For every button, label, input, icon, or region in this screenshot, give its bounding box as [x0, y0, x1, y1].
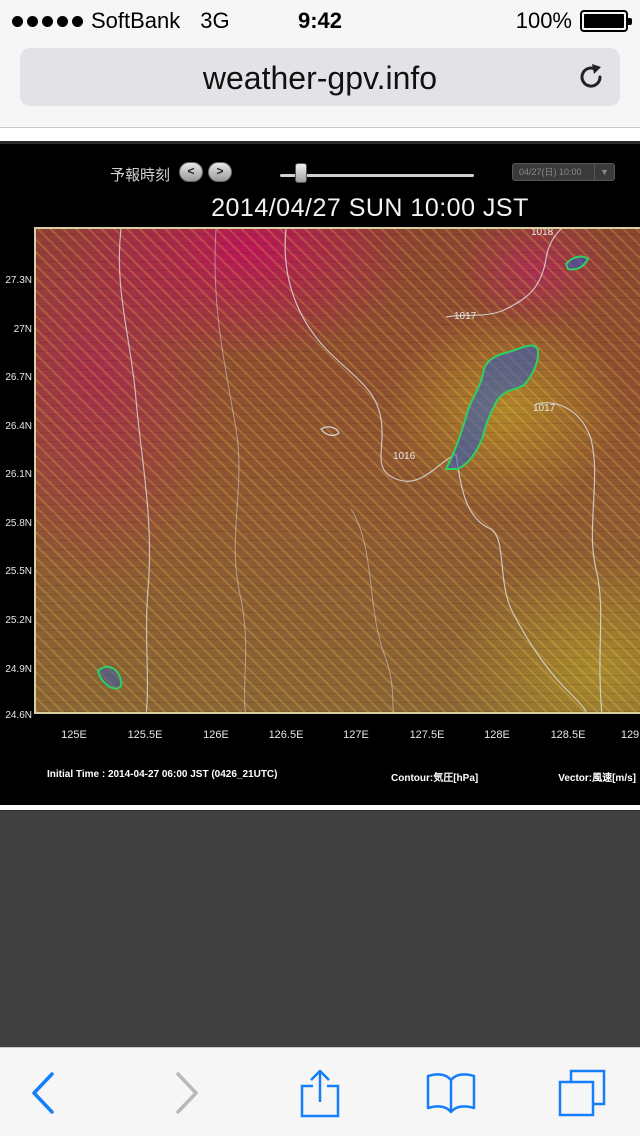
lon-label: 126.5E: [268, 729, 304, 741]
browser-nav-bar: weather-gpv.info: [0, 40, 640, 128]
chevron-left-icon[interactable]: [20, 1068, 70, 1118]
lat-label: 27.3N: [5, 275, 32, 286]
pressure-contour: [284, 229, 457, 482]
contour-label: 1017: [533, 403, 556, 414]
chevron-down-icon: ▼: [594, 164, 614, 180]
pressure-contour: [535, 402, 603, 712]
lat-label: 26.7N: [5, 372, 32, 383]
contour-label: 1016: [393, 451, 416, 462]
lat-label: 26.1N: [5, 469, 32, 480]
battery-level-fill: [584, 14, 624, 28]
lon-label: 127.5E: [409, 729, 445, 741]
page-background-area: [0, 810, 640, 1047]
lat-label: 25.2N: [5, 615, 32, 626]
browser-toolbar: [0, 1047, 640, 1136]
lat-label: 25.8N: [5, 518, 32, 529]
vector-legend: Vector:風速[m/s]: [558, 773, 636, 784]
time-slider-track[interactable]: [280, 174, 474, 177]
lon-label: 125E: [61, 729, 87, 741]
lat-label: 27N: [13, 324, 32, 335]
pressure-contour: [214, 229, 247, 712]
lon-label: 125.5E: [127, 729, 163, 741]
lat-label: 26.4N: [5, 421, 32, 432]
lat-label: 25.5N: [5, 566, 32, 577]
island-coastline: [96, 665, 123, 690]
lon-label: 129: [620, 729, 640, 741]
address-field[interactable]: weather-gpv.info: [20, 48, 620, 106]
map-title: 2014/04/27 SUN 10:00 JST: [211, 194, 529, 222]
contour-label: 1018: [531, 229, 554, 238]
url-text[interactable]: weather-gpv.info: [20, 60, 620, 97]
pressure-contour: [455, 453, 588, 712]
battery-percent: 100%: [515, 8, 572, 33]
status-bar: SoftBank 3G 9:42 100%: [0, 0, 640, 40]
map-overlay: 1018 1017 1017 1016: [96, 229, 603, 712]
contour-legend: Contour:気圧[hPa]: [391, 773, 479, 784]
web-page: 予報時刻 < > 04/27(日) 10:00 ▼ 2014/04/27 SUN…: [0, 129, 640, 1047]
share-icon[interactable]: [295, 1068, 345, 1118]
lon-label: 126E: [203, 729, 229, 741]
lon-label: 128.5E: [550, 729, 586, 741]
pressure-contour: [445, 229, 562, 318]
island-coastline: [444, 344, 540, 470]
chevron-right-icon[interactable]: [160, 1068, 210, 1118]
time-select[interactable]: 04/27(日) 10:00 ▼: [512, 163, 615, 181]
lon-label: 128E: [484, 729, 510, 741]
tabs-icon[interactable]: [557, 1068, 607, 1118]
prev-time-button[interactable]: <: [179, 162, 203, 182]
weather-viewer: 予報時刻 < > 04/27(日) 10:00 ▼ 2014/04/27 SUN…: [0, 141, 640, 805]
forecast-time-label: 予報時刻: [110, 167, 171, 184]
initial-time-text: Initial Time : 2014-04-27 06:00 JST (042…: [47, 769, 278, 780]
map-info-row: Initial Time : 2014-04-27 06:00 JST (042…: [0, 769, 640, 785]
book-icon[interactable]: [426, 1068, 476, 1118]
island-coastline: [320, 426, 340, 436]
battery-icon: [580, 10, 632, 32]
forecast-controls: 予報時刻 < > 04/27(日) 10:00 ▼: [0, 158, 640, 188]
lat-label: 24.9N: [5, 664, 32, 675]
pressure-contour: [350, 508, 394, 712]
pressure-contour: [118, 229, 151, 712]
reload-icon[interactable]: [576, 62, 606, 92]
lat-label: 24.6N: [5, 710, 32, 721]
island-coastline: [564, 255, 590, 271]
time-slider-thumb[interactable]: [295, 163, 308, 183]
weather-map[interactable]: 1018 1017 1017 1016: [34, 227, 640, 714]
lon-label: 127E: [343, 729, 369, 741]
time-select-value: 04/27(日) 10:00: [519, 167, 582, 177]
next-time-button[interactable]: >: [208, 162, 232, 182]
contour-label: 1017: [454, 311, 477, 322]
status-right: 100%: [515, 8, 632, 34]
